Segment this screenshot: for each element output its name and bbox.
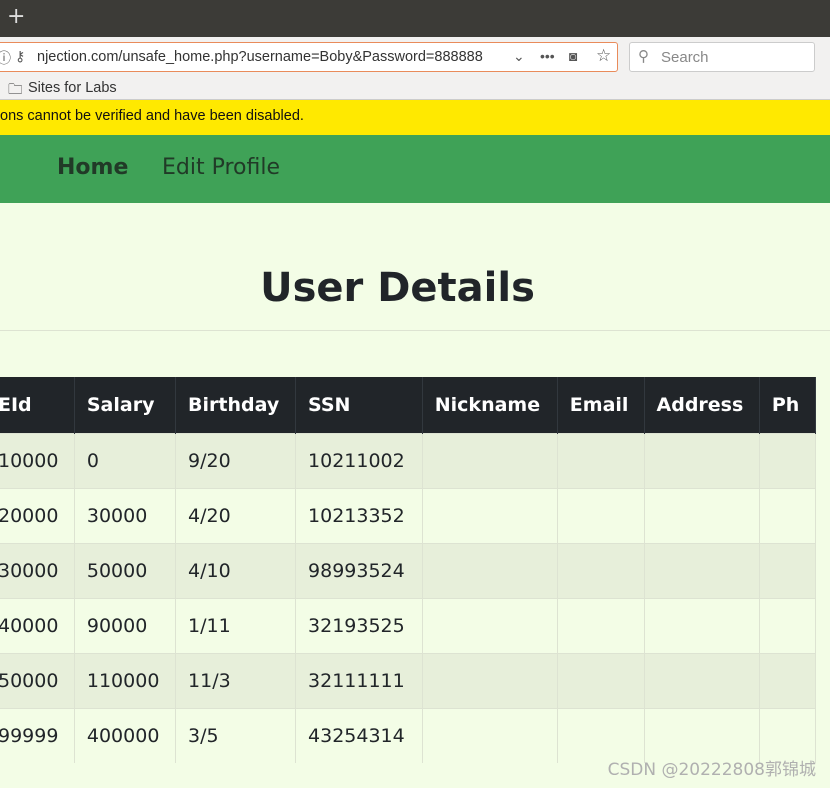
table-cell: 32193525 [295, 597, 423, 653]
divider [0, 330, 830, 331]
table-cell: 110000 [74, 652, 177, 708]
table-cell: 99999 [0, 707, 75, 763]
table-cell [557, 542, 645, 598]
table-cell [644, 652, 760, 708]
url-text[interactable]: njection.com/unsafe_home.php?username=Bo… [37, 49, 483, 65]
warning-bar: ons cannot be verified and have been dis… [0, 100, 830, 135]
browser-toolbar: ⓘ ⚷ njection.com/unsafe_home.php?usernam… [0, 37, 830, 77]
pocket-icon[interactable]: ◙ [569, 48, 577, 64]
column-header: Email [557, 377, 645, 433]
table-cell: 90000 [74, 597, 177, 653]
table-cell: 11/3 [175, 652, 297, 708]
table-row: 40000 90000 1/11 32193525 [0, 597, 817, 653]
table-cell: 43254314 [295, 707, 423, 763]
bookmarks-bar: 🗀 Sites for Labs [0, 77, 830, 100]
table-cell: 3/5 [175, 707, 297, 763]
table-cell [422, 432, 558, 488]
column-header: Birthday [175, 377, 297, 433]
search-input[interactable]: ⚲ Search [629, 42, 815, 72]
table-cell [644, 597, 760, 653]
table-cell: 50000 [0, 652, 75, 708]
column-header: Salary [74, 377, 177, 433]
column-header: EId [0, 377, 75, 433]
table-cell [557, 652, 645, 708]
star-icon[interactable]: ☆ [596, 46, 611, 66]
table-cell [759, 652, 817, 708]
navbar: Home Edit Profile [0, 135, 830, 203]
table-cell: 30000 [0, 542, 75, 598]
table-cell: 0 [74, 432, 177, 488]
table-row: 20000 30000 4/20 10213352 [0, 487, 817, 543]
nav-home[interactable]: Home [57, 155, 128, 180]
table-cell [759, 597, 817, 653]
table-cell [422, 707, 558, 763]
table-cell [759, 487, 817, 543]
search-icon: ⚲ [638, 48, 649, 65]
browser-tab-bar: + [0, 0, 830, 37]
table-cell: 20000 [0, 487, 75, 543]
table-cell [422, 597, 558, 653]
table-row: 10000 0 9/20 10211002 [0, 432, 817, 488]
table-cell [644, 487, 760, 543]
column-header: Nickname [422, 377, 558, 433]
table-cell: 32111111 [295, 652, 423, 708]
table-cell: 40000 [0, 597, 75, 653]
table-cell: 9/20 [175, 432, 297, 488]
page-title: User Details [260, 265, 535, 311]
search-placeholder: Search [661, 49, 709, 66]
table-cell [422, 542, 558, 598]
watermark: CSDN @20222808郭锦城 [607, 760, 816, 780]
table-cell [759, 542, 817, 598]
table-cell: 98993524 [295, 542, 423, 598]
table-cell [644, 432, 760, 488]
table-cell [557, 597, 645, 653]
nav-edit-profile[interactable]: Edit Profile [162, 155, 280, 180]
new-tab-icon[interactable]: + [7, 4, 25, 29]
table-cell: 4/10 [175, 542, 297, 598]
table-cell [557, 487, 645, 543]
table-cell: 50000 [74, 542, 177, 598]
column-header: Ph [759, 377, 817, 433]
table-cell: 30000 [74, 487, 177, 543]
key-icon[interactable]: ⚷ [15, 48, 25, 65]
table-cell: 10213352 [295, 487, 423, 543]
table-cell [422, 487, 558, 543]
info-icon[interactable]: ⓘ [0, 48, 11, 68]
table-cell: 4/20 [175, 487, 297, 543]
table-cell: 10211002 [295, 432, 423, 488]
user-details-table: EId Salary Birthday SSN Nickname Email Address… [0, 377, 817, 763]
table-cell [557, 432, 645, 488]
table-cell: 1/11 [175, 597, 297, 653]
bookmark-sites-for-labs[interactable]: Sites for Labs [28, 80, 117, 96]
table-cell: 400000 [74, 707, 177, 763]
table-cell [422, 652, 558, 708]
table-cell: 10000 [0, 432, 75, 488]
address-bar[interactable]: ⓘ ⚷ njection.com/unsafe_home.php?usernam… [0, 42, 618, 72]
table-cell [759, 432, 817, 488]
table-cell [644, 542, 760, 598]
column-header: Address [644, 377, 760, 433]
column-header: SSN [295, 377, 423, 433]
more-icon[interactable]: ••• [540, 48, 555, 64]
table-row: 50000 110000 11/3 32111111 [0, 652, 817, 708]
chevron-down-icon[interactable]: ⌄ [513, 48, 525, 65]
table-row: 30000 50000 4/10 98993524 [0, 542, 817, 598]
